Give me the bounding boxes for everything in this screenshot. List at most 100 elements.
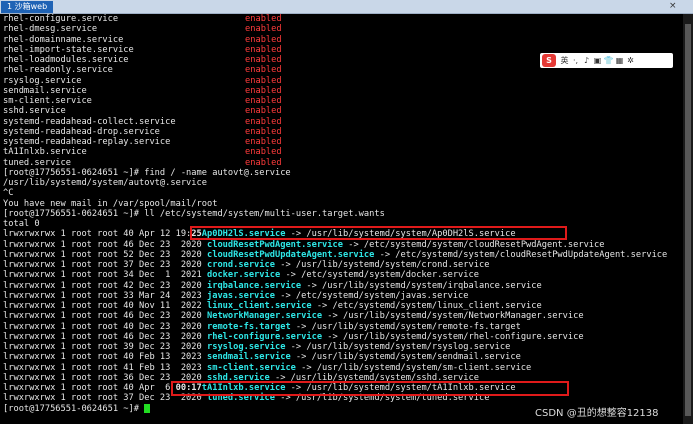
symlink-name: sendmail.service: [206, 352, 291, 363]
find-command: [root@17756551-0624651 ~]# find / -name …: [3, 167, 291, 178]
symlink-target: -> /usr/lib/systemd/system/sendmail.serv…: [290, 352, 521, 363]
service-name: sm-client.service: [3, 96, 92, 106]
symlink-row: lrwxrwxrwx 1 root root 39 Dec 23 2020 rs…: [3, 342, 683, 352]
symlink-row: lrwxrwxrwx 1 root root 40 Dec 23 2020 re…: [3, 322, 683, 332]
terminal-output[interactable]: rhel-configure.service enabled rhel-dmesg.…: [3, 14, 683, 424]
service-name: tuned.service: [3, 157, 71, 168]
symlink-meta: lrwxrwxrwx 1 root root 40 Nov 11 2022: [3, 301, 207, 311]
symlink-target: -> /etc/systemd/system/cloudResetPwdUpda…: [374, 249, 668, 260]
ime-toolbar[interactable]: S 英 ·, ♪ ▣ 👕 ▦ ✲: [540, 53, 673, 68]
service-state: enabled: [245, 106, 282, 117]
ime-button-icon[interactable]: ▣: [592, 53, 603, 68]
symlink-target: -> /etc/systemd/system/cloudResetPwdAgen…: [342, 239, 605, 250]
symlink-meta: lrwxrwxrwx 1 root root 42 Dec 23 2020: [3, 280, 207, 291]
symlink-name: javas.service: [206, 290, 275, 301]
symlink-meta: lrwxrwxrwx 1 root root 33 Mar 24 2023: [3, 290, 207, 301]
symlink-target: -> /etc/systemd/system/javas.service: [274, 290, 469, 301]
vertical-scrollbar[interactable]: [683, 14, 693, 424]
interrupt-line: ^C: [3, 188, 14, 199]
symlink-row: lrwxrwxrwx 1 root root 33 Mar 24 2023 ja…: [3, 291, 683, 301]
symlink-name: crond.service: [206, 260, 275, 270]
service-name: rhel-configure.service: [3, 14, 119, 24]
service-row: tA1Inlxb.service enabled: [3, 147, 683, 157]
symlink-meta: lrwxrwxrwx 1 root root 52 Dec 23 2020: [3, 249, 207, 260]
symlink-meta: lrwxrwxrwx 1 root root 34 Dec 1 2021: [3, 270, 207, 281]
service-name: systemd-readahead-replay.service: [3, 137, 171, 147]
symlink-row: lrwxrwxrwx 1 root root 41 Feb 13 2023 sm…: [3, 363, 683, 373]
service-state: enabled: [245, 65, 282, 76]
ime-button-icon[interactable]: 英: [559, 53, 570, 68]
ime-buttons: 英 ·, ♪ ▣ 👕 ▦ ✲: [559, 53, 636, 68]
service-row: rsyslog.service enabled: [3, 76, 683, 86]
symlink-meta: lrwxrwxrwx 1 root root 46 Dec 23 2020: [3, 331, 207, 342]
symlink-name: rhel-configure.service: [206, 331, 323, 342]
service-state: enabled: [245, 85, 282, 96]
tab-session[interactable]: 1 沙箱web: [1, 1, 54, 13]
service-name: sendmail.service: [3, 85, 87, 96]
symlink-target: -> /usr/lib/systemd/system/irqbalance.se…: [301, 280, 542, 291]
scrollbar-thumb[interactable]: [685, 24, 691, 416]
service-state: enabled: [245, 55, 282, 65]
service-state: enabled: [245, 137, 282, 147]
service-name: rsyslog.service: [3, 75, 82, 86]
service-row: systemd-readahead-collect.service enabled: [3, 117, 683, 127]
symlink-meta: lrwxrwxrwx 1 root root 37 Dec 23 2020: [3, 260, 207, 270]
ime-button-icon[interactable]: ▦: [614, 53, 625, 68]
mail-notice: You have new mail in /var/spool/mail/roo…: [3, 198, 218, 209]
highlight-box-ta1inlxb: [171, 381, 569, 396]
tab-close-icon[interactable]: ×: [669, 1, 677, 12]
service-row: systemd-readahead-replay.service enabled: [3, 137, 683, 147]
symlink-name: remote-fs.target: [206, 321, 291, 332]
symlink-name: cloudResetPwdAgent.service: [206, 239, 343, 250]
service-row: rhel-configure.service enabled: [3, 14, 683, 24]
symlink-meta: lrwxrwxrwx 1 root root 46 Dec 23 2020: [3, 311, 207, 322]
service-state: enabled: [245, 157, 282, 168]
ime-button-icon[interactable]: ·,: [570, 53, 581, 68]
symlink-name: cloudResetPwdUpdateAgent.service: [206, 249, 375, 260]
service-state: enabled: [245, 147, 282, 158]
service-name: rhel-readonly.service: [3, 65, 113, 76]
symlink-name: irqbalance.service: [206, 280, 302, 291]
symlink-meta: lrwxrwxrwx 1 root root 40 Feb 13 2023: [3, 352, 207, 363]
find-result: /usr/lib/systemd/system/autovt@.service: [3, 178, 207, 188]
symlink-target: -> /usr/lib/systemd/system/crond.service: [274, 260, 490, 270]
symlink-target: -> /usr/lib/systemd/system/sm-client.ser…: [295, 362, 532, 373]
service-state: enabled: [245, 24, 282, 35]
ime-button-icon[interactable]: ♪: [581, 53, 592, 68]
symlink-target: -> /usr/lib/systemd/system/remote-fs.tar…: [290, 321, 521, 332]
symlink-name: linux_client.service: [206, 301, 312, 311]
symlink-meta: lrwxrwxrwx 1 root root 40 Dec 23 2020: [3, 321, 207, 332]
service-row: sendmail.service enabled: [3, 86, 683, 96]
symlink-row: lrwxrwxrwx 1 root root 40 Nov 11 2022 li…: [3, 301, 683, 311]
final-prompt: [root@17756551-0624651 ~]#: [3, 403, 145, 414]
service-list: rhel-configure.service enabled rhel-dmesg.…: [3, 14, 683, 168]
service-state: enabled: [245, 126, 282, 137]
service-name: rhel-domainname.service: [3, 34, 124, 45]
service-row: tuned.service enabled: [3, 158, 683, 168]
service-name: tA1Inlxb.service: [3, 147, 87, 158]
symlink-row: lrwxrwxrwx 1 root root 37 Dec 23 2020 cr…: [3, 260, 683, 270]
symlink-target: -> /etc/systemd/system/docker.service: [280, 270, 479, 281]
symlink-meta: lrwxrwxrwx 1 root root 40 Apr 12 19:: [3, 229, 192, 240]
symlink-meta: lrwxrwxrwx 1 root root 39 Dec 23 2020: [3, 342, 207, 352]
ime-button-icon[interactable]: 👕: [603, 53, 614, 68]
service-name: sshd.service: [3, 106, 66, 117]
service-state: enabled: [245, 14, 282, 24]
symlink-row: lrwxrwxrwx 1 root root 46 Dec 23 2020 cl…: [3, 240, 683, 250]
service-name: systemd-readahead-collect.service: [3, 116, 176, 127]
ime-button-icon[interactable]: ✲: [625, 53, 636, 68]
service-row: systemd-readahead-drop.service enabled: [3, 127, 683, 137]
symlink-row: lrwxrwxrwx 1 root root 46 Dec 23 2020 Ne…: [3, 311, 683, 321]
symlink-name: NetworkManager.service: [206, 311, 323, 322]
service-name: rhel-loadmodules.service: [3, 55, 129, 65]
ll-command: [root@17756551-0624651 ~]# ll /etc/syste…: [3, 208, 385, 219]
symlink-row: lrwxrwxrwx 1 root root 52 Dec 23 2020 cl…: [3, 250, 683, 260]
service-row: sm-client.service enabled: [3, 96, 683, 106]
symlink-meta: lrwxrwxrwx 1 root root 40 Apr 6: [3, 383, 176, 393]
service-state: enabled: [245, 116, 282, 127]
service-row: sshd.service enabled: [3, 106, 683, 116]
symlink-target: -> /usr/lib/systemd/system/NetworkManage…: [322, 311, 584, 322]
tab-bar: 1 沙箱web ×: [0, 0, 693, 14]
sogou-logo-icon[interactable]: S: [542, 54, 556, 67]
service-state: enabled: [245, 34, 282, 45]
